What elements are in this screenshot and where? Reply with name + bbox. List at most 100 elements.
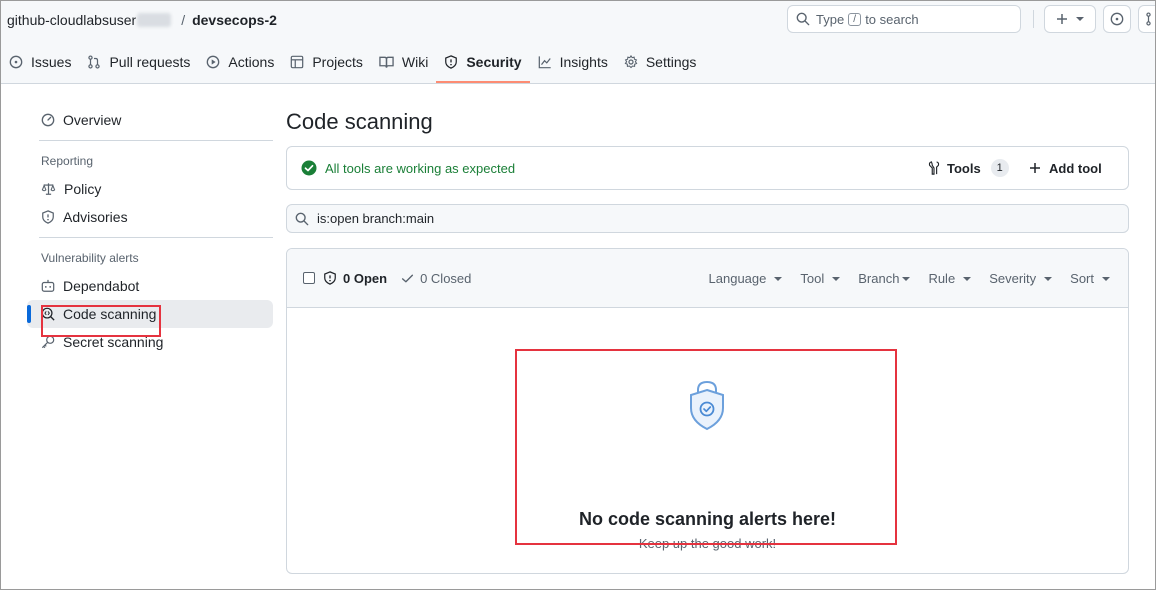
search-icon xyxy=(295,212,309,225)
tab-insights[interactable]: Insights xyxy=(530,49,616,75)
redacted-text xyxy=(137,13,172,27)
check-icon xyxy=(402,274,414,282)
language-filter-dropdown[interactable]: Language xyxy=(709,271,783,286)
add-tool-button[interactable]: Add tool xyxy=(1029,147,1102,189)
pull-request-icon xyxy=(1146,12,1151,26)
tab-issues[interactable]: Issues xyxy=(1,49,79,75)
tab-pull-requests[interactable]: Pull requests xyxy=(79,49,198,75)
chevron-down-icon xyxy=(963,276,972,281)
sidebar-item-label: Policy xyxy=(64,181,102,197)
chevron-down-icon xyxy=(832,276,841,281)
your-issues-button[interactable] xyxy=(1103,5,1131,33)
shield-icon xyxy=(324,271,336,285)
sidebar-item-advisories[interactable]: Advisories xyxy=(27,203,273,231)
filter-label: Severity xyxy=(989,271,1037,286)
gear-icon xyxy=(624,55,638,69)
table-icon xyxy=(291,55,304,69)
highlight-box-blank-state xyxy=(515,349,897,545)
repo-header: github-cloudlabsuser / devsecops-2 Type … xyxy=(1,1,1155,84)
plus-icon xyxy=(1030,163,1040,173)
sidebar-item-label: Dependabot xyxy=(63,278,140,294)
status-text: All tools are working as expected xyxy=(325,160,516,176)
sort-dropdown[interactable]: Sort xyxy=(1070,271,1110,286)
book-icon xyxy=(379,56,394,68)
tool-filter-dropdown[interactable]: Tool xyxy=(800,271,841,286)
severity-filter-dropdown[interactable]: Severity xyxy=(989,271,1053,286)
branch-filter-dropdown[interactable]: Branch xyxy=(858,271,911,286)
meter-icon xyxy=(41,113,55,127)
tab-actions[interactable]: Actions xyxy=(198,49,282,75)
open-alerts-toggle[interactable]: 0 Open xyxy=(323,271,387,286)
repo-tabs: Issues Pull requests Actions Projects Wi… xyxy=(1,49,704,83)
select-all-checkbox[interactable] xyxy=(303,272,315,284)
open-count-label: 0 Open xyxy=(343,270,388,286)
law-icon xyxy=(41,183,56,195)
breadcrumb: github-cloudlabsuser / devsecops-2 xyxy=(7,10,277,30)
global-search-input[interactable]: Type / to search xyxy=(787,5,1021,33)
breadcrumb-separator: / xyxy=(181,12,186,28)
key-icon xyxy=(41,335,55,349)
plus-icon xyxy=(1057,14,1067,24)
tab-label: Settings xyxy=(645,54,697,70)
shield-icon xyxy=(42,210,54,224)
tool-status-box: All tools are working as expected Tools … xyxy=(286,146,1129,190)
check-circle-icon xyxy=(301,160,317,176)
repo-link[interactable]: devsecops-2 xyxy=(192,12,277,28)
keyboard-shortcut-hint: / xyxy=(848,12,862,26)
search-placeholder-prefix: Type xyxy=(816,11,845,27)
tab-projects[interactable]: Projects xyxy=(282,49,371,75)
header-divider xyxy=(1033,10,1034,28)
create-new-button[interactable] xyxy=(1044,5,1096,33)
sidebar-divider xyxy=(39,237,273,238)
filter-label: Sort xyxy=(1070,271,1094,286)
tab-label: Issues xyxy=(31,54,72,70)
alerts-filter-bar: Language Tool Branch Rule Severity Sort xyxy=(709,249,1128,308)
page-title: Code scanning xyxy=(286,109,433,134)
issue-icon xyxy=(9,55,23,69)
tab-label: Security xyxy=(466,54,522,70)
rule-filter-dropdown[interactable]: Rule xyxy=(928,271,972,286)
sidebar-item-label: Advisories xyxy=(63,209,128,225)
tools-icon xyxy=(928,161,940,175)
filter-query: is:open branch:main xyxy=(317,211,435,226)
sidebar-divider xyxy=(39,140,273,141)
chevron-down-icon xyxy=(1044,276,1053,281)
closed-count-label: 0 Closed xyxy=(420,270,472,286)
tab-security[interactable]: Security xyxy=(436,49,530,83)
tab-label: Actions xyxy=(228,54,275,70)
play-icon xyxy=(207,55,220,69)
search-icon xyxy=(796,12,810,26)
chevron-down-icon xyxy=(774,276,783,281)
alerts-filter-input[interactable]: is:open branch:main xyxy=(286,204,1129,233)
sidebar-item-policy[interactable]: Policy xyxy=(27,175,273,203)
tools-count-badge: 1 xyxy=(990,159,1009,177)
tab-label: Wiki xyxy=(401,54,429,70)
sidebar-item-overview[interactable]: Overview xyxy=(27,106,273,134)
pull-request-icon xyxy=(88,55,101,69)
tools-button[interactable]: Tools 1 xyxy=(927,147,1009,189)
filter-label: Language xyxy=(708,271,767,286)
search-placeholder-suffix: to search xyxy=(865,11,919,27)
tools-label: Tools xyxy=(947,160,981,176)
issue-icon xyxy=(1110,12,1124,26)
dependabot-icon xyxy=(41,279,55,292)
closed-alerts-toggle[interactable]: 0 Closed xyxy=(401,271,471,286)
alerts-list-header: 0 Open 0 Closed Language Tool Branch Rul… xyxy=(287,249,1128,308)
owner-link[interactable]: github-cloudlabsuser xyxy=(7,12,136,28)
sidebar-item-label: Overview xyxy=(63,112,122,128)
sidebar-item-dependabot[interactable]: Dependabot xyxy=(27,272,273,300)
filter-label: Rule xyxy=(928,271,956,286)
browser-frame: github-cloudlabsuser / devsecops-2 Type … xyxy=(0,0,1156,590)
tab-settings[interactable]: Settings xyxy=(616,49,705,75)
tab-wiki[interactable]: Wiki xyxy=(371,49,436,75)
filter-label: Tool xyxy=(800,271,825,286)
chevron-down-icon xyxy=(1102,276,1110,281)
your-pull-requests-button[interactable] xyxy=(1138,5,1155,33)
chevron-down-icon xyxy=(902,276,911,281)
tab-label: Pull requests xyxy=(109,54,191,70)
highlight-box-code-scanning xyxy=(41,305,161,337)
filter-label: Branch xyxy=(858,271,900,286)
sidebar-heading-reporting: Reporting xyxy=(41,154,94,168)
shield-icon xyxy=(445,55,458,69)
sidebar-heading-vulnerability-alerts: Vulnerability alerts xyxy=(41,251,139,265)
